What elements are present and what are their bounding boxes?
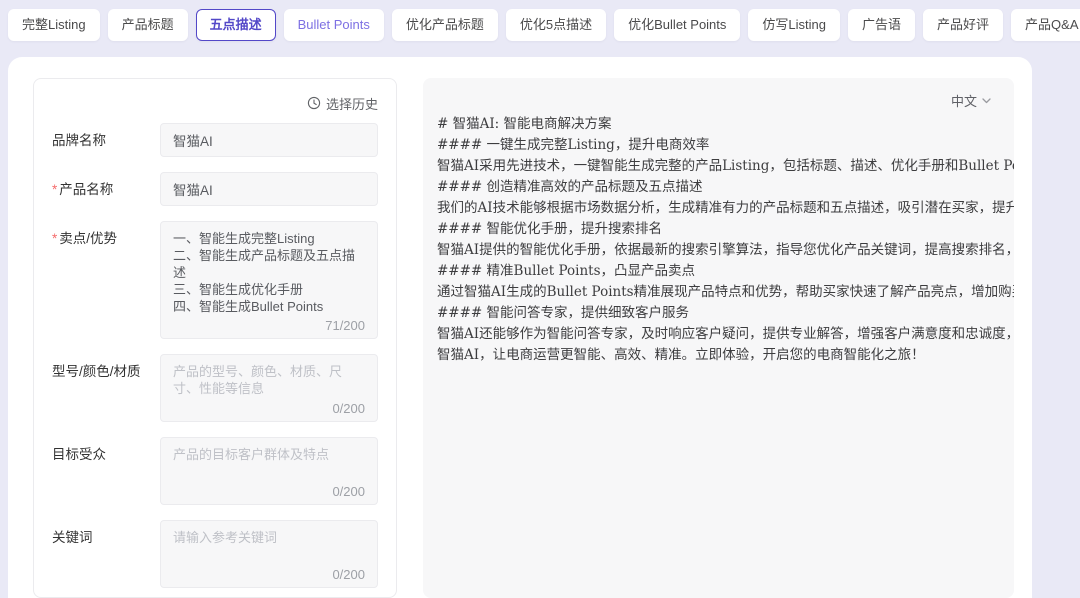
char-counter: 0/200 xyxy=(332,567,365,582)
output-line: 智猫AI提供的智能优化手册，依据最新的搜索引擎算法，指导您优化产品关键词，提高搜… xyxy=(437,240,1014,261)
product-name-row: *产品名称 xyxy=(52,172,378,206)
output-line: 智猫AI采用先进技术，一键智能生成完整的产品Listing，包括标题、描述、优化… xyxy=(437,156,1014,177)
model-color-material-field: 0/200 xyxy=(160,354,378,422)
tab-complete-listing[interactable]: 完整Listing xyxy=(8,9,100,41)
product-name-input[interactable] xyxy=(161,173,377,205)
tab-bullet-points[interactable]: Bullet Points xyxy=(284,9,384,41)
tab-optimize-bullet-points[interactable]: 优化Bullet Points xyxy=(614,9,740,41)
model-color-material-row: 型号/颜色/材质 0/200 xyxy=(52,354,378,422)
tab-ad-copy[interactable]: 广告语 xyxy=(848,9,915,41)
tab-product-qa[interactable]: 产品Q&A xyxy=(1011,9,1080,41)
feature-tabbar: 完整Listing 产品标题 五点描述 Bullet Points 优化产品标题… xyxy=(0,0,1080,41)
target-audience-textarea[interactable] xyxy=(173,446,365,482)
output-line: # 智猫AI: 智能电商解决方案 xyxy=(437,114,1014,135)
tab-product-title[interactable]: 产品标题 xyxy=(108,9,188,41)
tab-optimize-product-title[interactable]: 优化产品标题 xyxy=(392,9,498,41)
model-color-material-textarea[interactable] xyxy=(173,363,365,399)
output-line: #### 一键生成完整Listing，提升电商效率 xyxy=(437,135,1014,156)
selling-points-textarea[interactable]: 一、智能生成完整Listing 二、智能生成产品标题及五点描述 三、智能生成优化… xyxy=(173,230,365,316)
selling-points-field: 一、智能生成完整Listing 二、智能生成产品标题及五点描述 三、智能生成优化… xyxy=(160,221,378,339)
history-clock-icon xyxy=(307,96,321,110)
required-marker: * xyxy=(52,182,57,197)
select-history-label: 选择历史 xyxy=(326,94,378,113)
required-marker: * xyxy=(52,231,57,246)
language-selector[interactable]: 中文 xyxy=(423,86,1014,110)
keywords-textarea[interactable] xyxy=(173,529,365,565)
product-name-field xyxy=(160,172,378,206)
tab-five-point-description[interactable]: 五点描述 xyxy=(196,9,276,41)
brand-name-input[interactable] xyxy=(161,124,377,156)
input-form-panel: 选择历史 品牌名称 *产品名称 *卖点/优势 xyxy=(33,78,397,598)
output-line: 智猫AI，让电商运营更智能、高效、精准。立即体验，开启您的电商智能化之旅！ xyxy=(437,345,1014,366)
target-audience-row: 目标受众 0/200 xyxy=(52,437,378,505)
model-color-material-label: 型号/颜色/材质 xyxy=(52,354,160,422)
target-audience-field: 0/200 xyxy=(160,437,378,505)
keywords-row: 关键词 0/200 xyxy=(52,520,378,588)
target-audience-label: 目标受众 xyxy=(52,437,160,505)
select-history-button[interactable]: 选择历史 xyxy=(52,91,378,115)
keywords-label: 关键词 xyxy=(52,520,160,588)
output-line: 智猫AI还能够作为智能问答专家，及时响应客户疑问，提供专业解答，增强客户满意度和… xyxy=(437,324,1014,345)
brand-name-label: 品牌名称 xyxy=(52,123,160,157)
markdown-output: # 智猫AI: 智能电商解决方案 #### 一键生成完整Listing，提升电商… xyxy=(423,114,1014,366)
output-line: #### 创造精准高效的产品标题及五点描述 xyxy=(437,177,1014,198)
output-line: 通过智猫AI生成的Bullet Points精准展现产品特点和优势，帮助买家快速… xyxy=(437,282,1014,303)
output-line: #### 智能问答专家，提供细致客户服务 xyxy=(437,303,1014,324)
selling-points-label: *卖点/优势 xyxy=(52,221,160,339)
brand-name-row: 品牌名称 xyxy=(52,123,378,157)
language-selector-value: 中文 xyxy=(951,91,977,110)
keywords-field: 0/200 xyxy=(160,520,378,588)
product-name-label: *产品名称 xyxy=(52,172,160,206)
char-counter: 0/200 xyxy=(332,484,365,499)
output-line: #### 精准Bullet Points，凸显产品卖点 xyxy=(437,261,1014,282)
char-counter: 71/200 xyxy=(325,318,365,333)
tab-product-reviews[interactable]: 产品好评 xyxy=(923,9,1003,41)
tab-rewrite-listing[interactable]: 仿写Listing xyxy=(748,9,840,41)
output-line: 我们的AI技术能够根据市场数据分析，生成精准有力的产品标题和五点描述，吸引潜在买… xyxy=(437,198,1014,219)
output-line: #### 智能优化手册，提升搜索排名 xyxy=(437,219,1014,240)
tab-optimize-5-point-description[interactable]: 优化5点描述 xyxy=(506,9,606,41)
char-counter: 0/200 xyxy=(332,401,365,416)
selling-points-row: *卖点/优势 一、智能生成完整Listing 二、智能生成产品标题及五点描述 三… xyxy=(52,221,378,339)
chevron-down-icon xyxy=(981,94,992,106)
brand-name-field xyxy=(160,123,378,157)
generated-output-panel: 中文 # 智猫AI: 智能电商解决方案 #### 一键生成完整Listing，提… xyxy=(423,78,1014,598)
main-card: 选择历史 品牌名称 *产品名称 *卖点/优势 xyxy=(8,57,1032,598)
